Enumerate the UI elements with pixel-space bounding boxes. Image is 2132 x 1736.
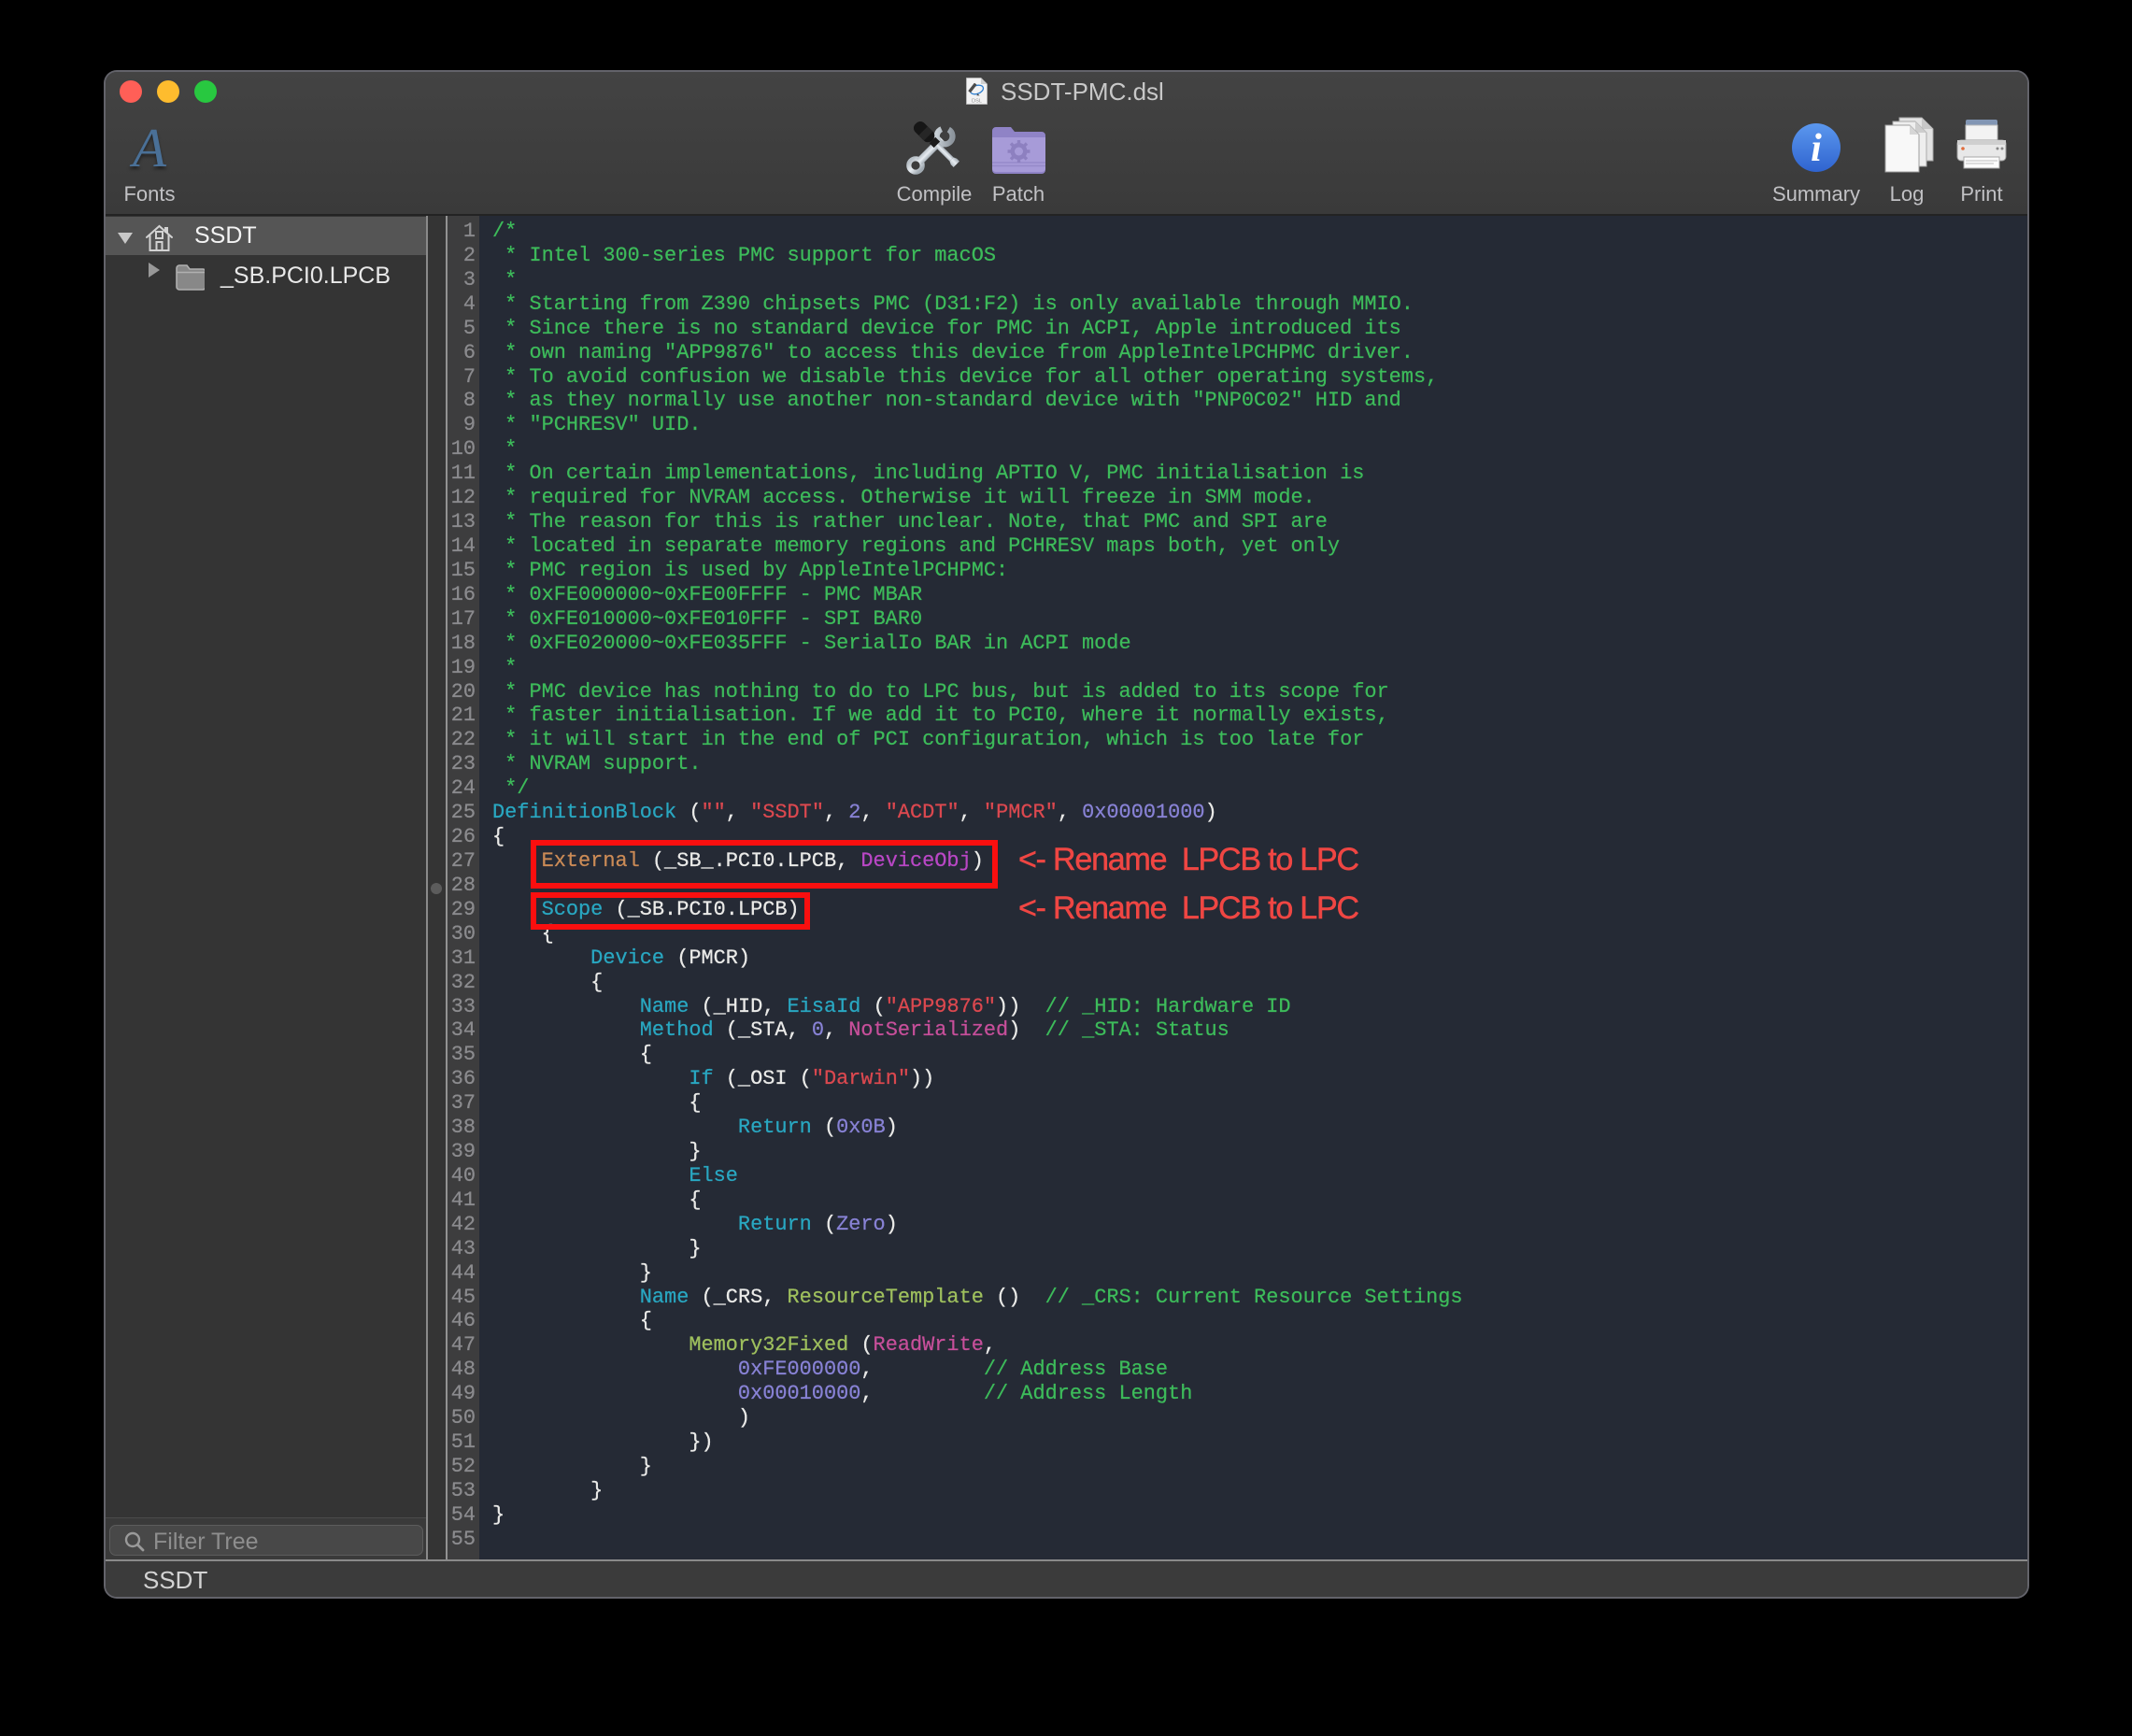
svg-text:DSL: DSL [972,99,982,105]
svg-text:i: i [1811,127,1822,170]
